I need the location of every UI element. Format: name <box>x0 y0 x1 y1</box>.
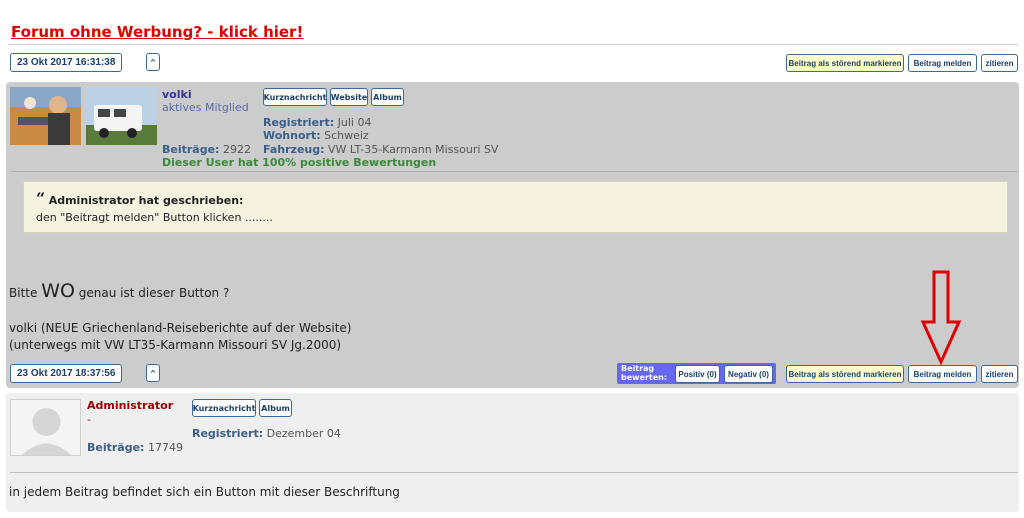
vehicle-value: VW LT-35-Karmann Missouri SV <box>328 143 499 156</box>
rate-label-line1: Beitrag <box>621 364 655 373</box>
scroll-top-button[interactable]: ^ <box>146 364 160 382</box>
post-date: 23 Okt 2017 18:37:56 <box>10 364 123 383</box>
residence-row: Wohnort: Schweiz <box>263 129 369 142</box>
residence-value: Schweiz <box>324 129 369 142</box>
signature-line-2: (unterwegs mit VW LT35-Karmann Missouri … <box>9 338 342 352</box>
mark-disturbing-button[interactable]: Beitrag als störend markieren <box>786 365 904 383</box>
quote-button[interactable]: zitieren <box>981 365 1018 383</box>
quote-text: den "Beitragt melden" Button klicken ...… <box>36 211 273 224</box>
divider <box>10 171 1018 172</box>
posts-row: Beiträge: 2922 <box>162 143 251 156</box>
post-body: Bitte WO genau ist dieser Button ? <box>9 280 229 302</box>
vehicle-image <box>86 87 157 145</box>
annotation-arrow-down-icon <box>920 270 962 366</box>
default-avatar <box>10 399 81 456</box>
body-text-post: genau ist dieser Button ? <box>78 286 230 300</box>
user-rank: aktives Mitglied <box>162 101 249 114</box>
report-post-button[interactable]: Beitrag melden <box>908 365 977 383</box>
quote-mark-icon: “ <box>36 189 46 208</box>
registered-label: Registriert: <box>192 427 264 440</box>
user-rank: - <box>87 413 91 426</box>
vehicle-row: Fahrzeug: VW LT-35-Karmann Missouri SV <box>263 143 498 156</box>
posts-label: Beiträge: <box>87 441 145 454</box>
body-text-emphasis: WO <box>41 280 75 302</box>
post-body: in jedem Beitrag befindet sich ein Butto… <box>9 485 400 499</box>
report-post-button[interactable]: Beitrag melden <box>908 54 977 72</box>
private-message-button[interactable]: Kurznachricht <box>192 399 256 417</box>
residence-label: Wohnort: <box>263 129 321 142</box>
registered-row: Registriert: Juli 04 <box>263 116 371 129</box>
posts-value: 2922 <box>222 143 251 156</box>
promo-banner-link[interactable]: Forum ohne Werbung? - klick hier! <box>11 23 303 41</box>
quote-header: “ Administrator hat geschrieben: <box>36 189 243 208</box>
rate-post-label: Beitrag bewerten: <box>621 364 667 382</box>
registered-row: Registriert: Dezember 04 <box>192 427 341 440</box>
registered-label: Registriert: <box>263 116 335 129</box>
registered-value: Juli 04 <box>337 116 372 129</box>
quote-button[interactable]: zitieren <box>981 54 1018 72</box>
rate-label-line2: bewerten: <box>621 373 668 382</box>
vehicle-label: Fahrzeug: <box>263 143 325 156</box>
website-button[interactable]: Website <box>330 88 368 106</box>
registered-value: Dezember 04 <box>266 427 341 440</box>
divider <box>8 44 1018 45</box>
posts-row: Beiträge: 17749 <box>87 441 183 454</box>
album-button[interactable]: Album <box>259 399 292 417</box>
posts-label: Beiträge: <box>162 143 220 156</box>
avatar <box>10 87 81 145</box>
quote-box: “ Administrator hat geschrieben: den "Be… <box>23 181 1008 233</box>
album-button[interactable]: Album <box>371 88 404 106</box>
post-date: 23 Okt 2017 16:31:38 <box>10 53 123 72</box>
rating-text: Dieser User hat 100% positive Bewertunge… <box>162 156 437 169</box>
divider <box>10 472 1018 473</box>
rate-negative-button[interactable]: Negativ (0) <box>724 365 773 383</box>
private-message-button[interactable]: Kurznachricht <box>263 88 327 106</box>
quote-author: Administrator hat geschrieben: <box>48 194 244 207</box>
posts-value: 17749 <box>147 441 183 454</box>
username[interactable]: volki <box>162 88 192 101</box>
signature-line-1: volki (NEUE Griechenland-Reiseberichte a… <box>9 321 352 335</box>
body-text-pre: Bitte <box>9 286 38 300</box>
rate-positive-button[interactable]: Positiv (0) <box>675 365 720 383</box>
scroll-top-button[interactable]: ^ <box>146 53 160 71</box>
mark-disturbing-button[interactable]: Beitrag als störend markieren <box>786 54 904 72</box>
username[interactable]: Administrator <box>87 399 173 412</box>
